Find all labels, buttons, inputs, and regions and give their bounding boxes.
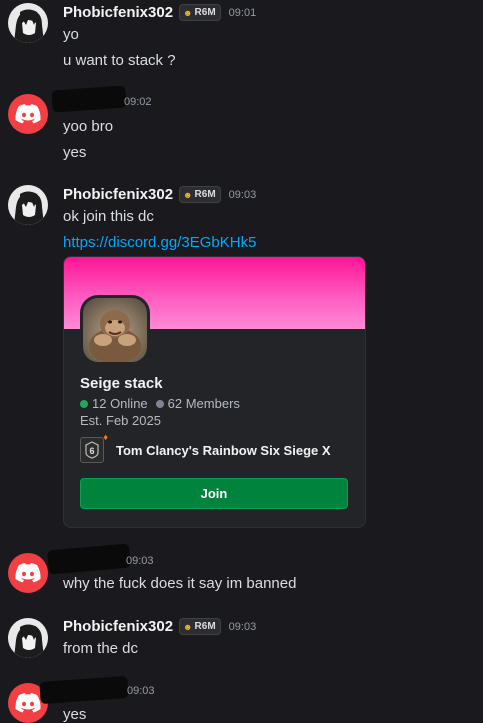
message-text: ok join this dc: [63, 208, 154, 225]
message-text: yoo bro: [63, 118, 114, 135]
server-game: 6 ♦ Tom Clancy's Rainbow Six Siege X: [80, 432, 331, 463]
guild-tag-label: R6M: [194, 189, 216, 200]
timestamp: 09:03: [127, 685, 155, 697]
user-avatar[interactable]: [8, 618, 48, 658]
redacted-username: [51, 85, 127, 113]
guild-tag-label: R6M: [194, 621, 216, 632]
tag-emoji-icon: ☻: [183, 621, 193, 632]
guild-tag[interactable]: ☻ R6M: [179, 4, 221, 21]
tag-emoji-icon: ☻: [183, 189, 193, 200]
redacted-username: [39, 675, 129, 705]
game-name: Tom Clancy's Rainbow Six Siege X: [116, 442, 331, 458]
message-text: yes: [63, 144, 87, 161]
message-text: yes: [63, 706, 87, 723]
redacted-username: [47, 543, 131, 575]
discord-logo-icon: [15, 693, 41, 713]
guild-tag[interactable]: ☻ R6M: [179, 186, 221, 203]
orangutan-icon: [83, 298, 147, 362]
server-name: Seige stack: [80, 375, 163, 392]
username[interactable]: Phobicfenix302: [63, 186, 173, 203]
user-avatar[interactable]: [8, 185, 48, 225]
flame-icon: ♦: [103, 432, 108, 442]
online-count: 12 Online: [92, 396, 148, 411]
default-avatar[interactable]: [8, 94, 48, 134]
message-text: from the dc: [63, 640, 139, 657]
message-text: why the fuck does it say im banned: [63, 575, 297, 592]
timestamp: 09:02: [124, 96, 152, 108]
invite-link[interactable]: https://discord.gg/3EGbKHk5: [63, 234, 256, 251]
join-button[interactable]: Join: [80, 478, 348, 509]
members-dot-icon: [155, 399, 164, 408]
server-stats: 12 Online 62 Members: [80, 396, 240, 411]
discord-logo-icon: [15, 104, 41, 124]
user-avatar[interactable]: [8, 3, 48, 43]
message-text: u want to stack ?: [63, 52, 176, 69]
guild-tag[interactable]: ☻ R6M: [179, 618, 221, 635]
member-count: 62 Members: [167, 396, 240, 411]
server-icon[interactable]: [80, 295, 150, 365]
username[interactable]: Phobicfenix302: [63, 618, 173, 635]
timestamp: 09:03: [228, 188, 257, 201]
timestamp: 09:01: [228, 6, 257, 19]
anime-avatar-icon: [8, 618, 48, 658]
svg-text:6: 6: [89, 446, 94, 456]
timestamp: 09:03: [228, 620, 257, 633]
guild-tag-label: R6M: [194, 7, 216, 18]
anime-avatar-icon: [8, 185, 48, 225]
rainbow-six-game-icon: 6 ♦: [80, 432, 108, 463]
tag-emoji-icon: ☻: [183, 7, 193, 18]
discord-logo-icon: [15, 563, 41, 583]
default-avatar[interactable]: [8, 553, 48, 593]
username[interactable]: Phobicfenix302: [63, 4, 173, 21]
server-established: Est. Feb 2025: [80, 413, 161, 428]
server-invite-card: Seige stack 12 Online 62 Members Est. Fe…: [63, 256, 366, 528]
timestamp: 09:03: [126, 555, 154, 567]
online-dot-icon: [80, 399, 88, 408]
anime-avatar-icon: [8, 3, 48, 43]
message-text: yo: [63, 26, 79, 43]
